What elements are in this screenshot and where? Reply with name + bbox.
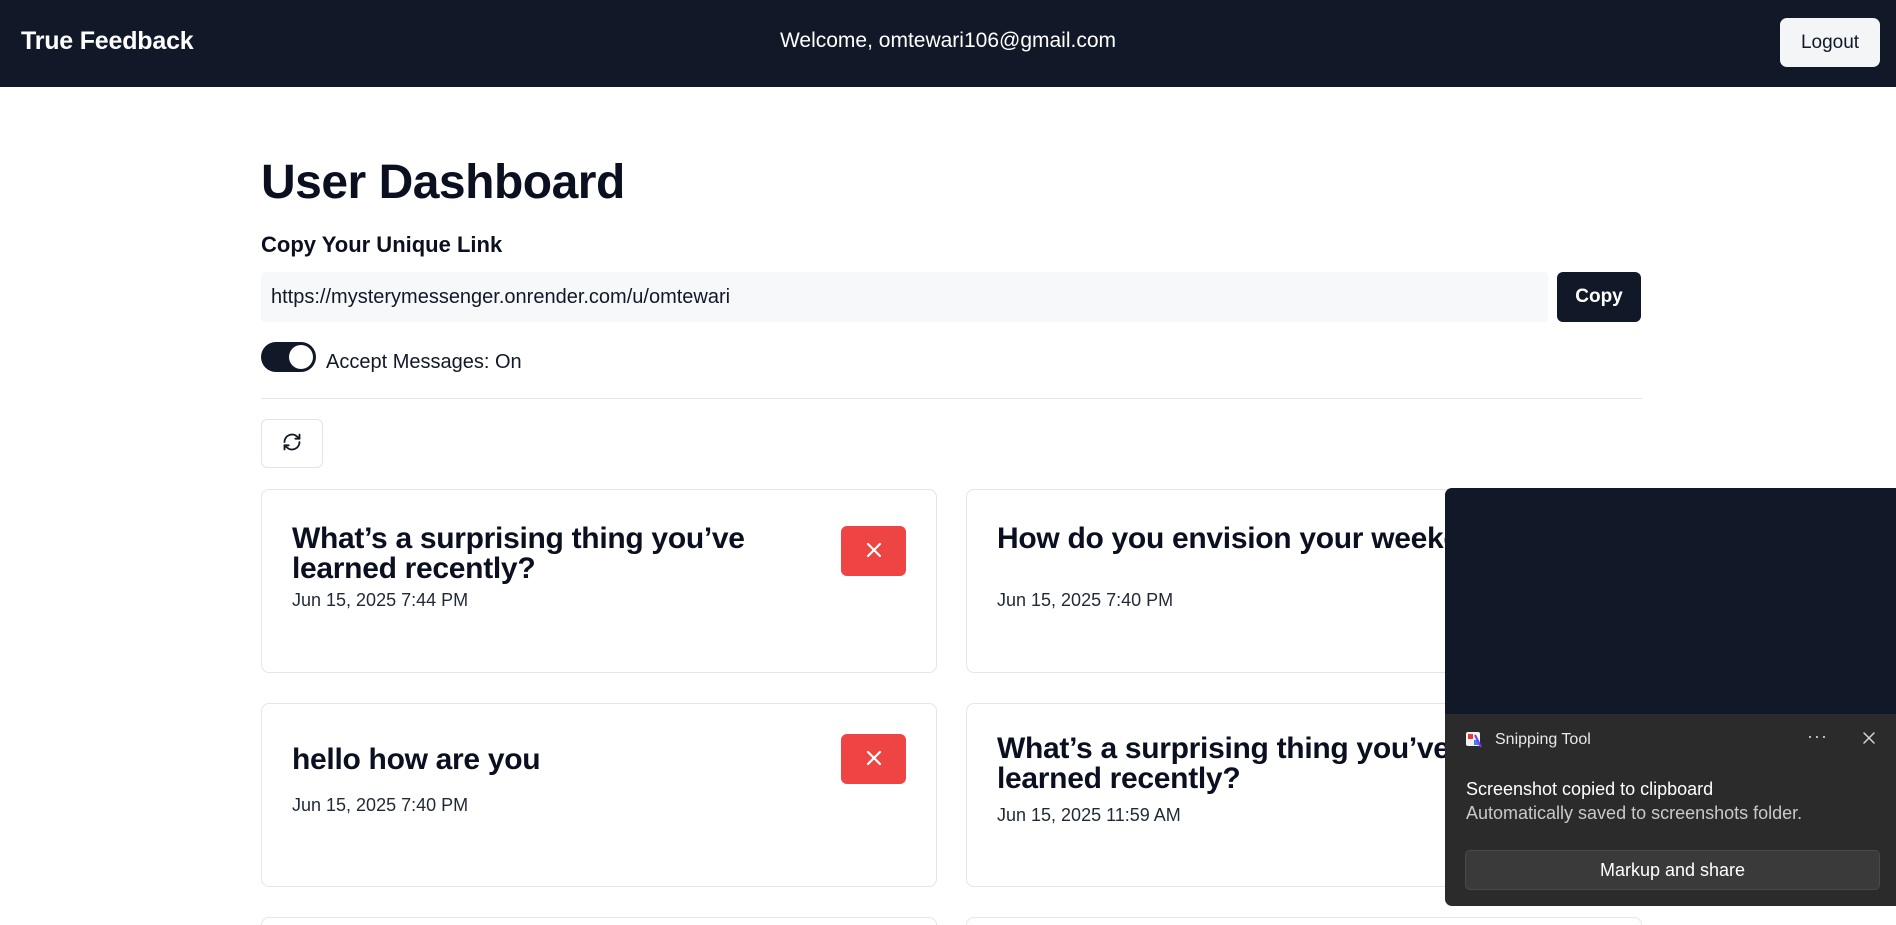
logout-button[interactable]: Logout xyxy=(1780,18,1880,67)
message-date: Jun 15, 2025 7:40 PM xyxy=(292,795,469,815)
accept-messages-switch[interactable] xyxy=(261,342,316,372)
snipping-tool-notification: Snipping Tool ··· Screenshot copied to c… xyxy=(1445,488,1896,906)
close-icon xyxy=(865,749,883,770)
close-icon xyxy=(865,541,883,562)
notification-subtitle: Automatically saved to screenshots folde… xyxy=(1466,803,1803,823)
delete-message-button[interactable] xyxy=(841,526,906,576)
delete-message-button[interactable] xyxy=(841,734,906,784)
copy-link-heading: Copy Your Unique Link xyxy=(261,232,503,257)
message-text: What’s a surprising thing you’ve learned… xyxy=(292,522,745,585)
notification-app-name: Snipping Tool xyxy=(1495,731,1591,748)
notification-title: Screenshot copied to clipboard xyxy=(1466,779,1714,799)
markup-and-share-button[interactable]: Markup and share xyxy=(1465,850,1880,890)
unique-link-input[interactable] xyxy=(261,272,1548,322)
message-date: Jun 15, 2025 7:40 PM xyxy=(997,590,1174,610)
refresh-button[interactable] xyxy=(261,419,323,468)
message-card xyxy=(261,917,937,925)
message-text: hello how are you xyxy=(292,743,541,776)
message-card: What’s a surprising thing you’ve learned… xyxy=(261,489,937,673)
notification-body: Snipping Tool ··· Screenshot copied to c… xyxy=(1445,714,1896,906)
page-title: User Dashboard xyxy=(261,156,625,209)
message-card: hello how are you Jun 15, 2025 7:40 PM xyxy=(261,703,937,887)
top-navbar: True Feedback Welcome, omtewari106@gmail… xyxy=(0,0,1896,87)
refresh-icon xyxy=(282,432,302,455)
message-date: Jun 15, 2025 7:44 PM xyxy=(292,590,469,610)
welcome-text: Welcome, omtewari106@gmail.com xyxy=(779,29,1117,52)
message-date: Jun 15, 2025 11:59 AM xyxy=(997,805,1181,825)
more-options-icon[interactable]: ··· xyxy=(1807,726,1828,747)
snipping-tool-icon xyxy=(1465,731,1483,749)
copy-button[interactable]: Copy xyxy=(1557,272,1641,322)
divider xyxy=(261,398,1642,399)
message-card xyxy=(966,917,1642,925)
close-icon[interactable] xyxy=(1859,728,1879,748)
accept-messages-label: Accept Messages: On xyxy=(326,351,522,373)
switch-knob xyxy=(289,345,313,369)
screenshot-preview[interactable] xyxy=(1445,488,1896,714)
